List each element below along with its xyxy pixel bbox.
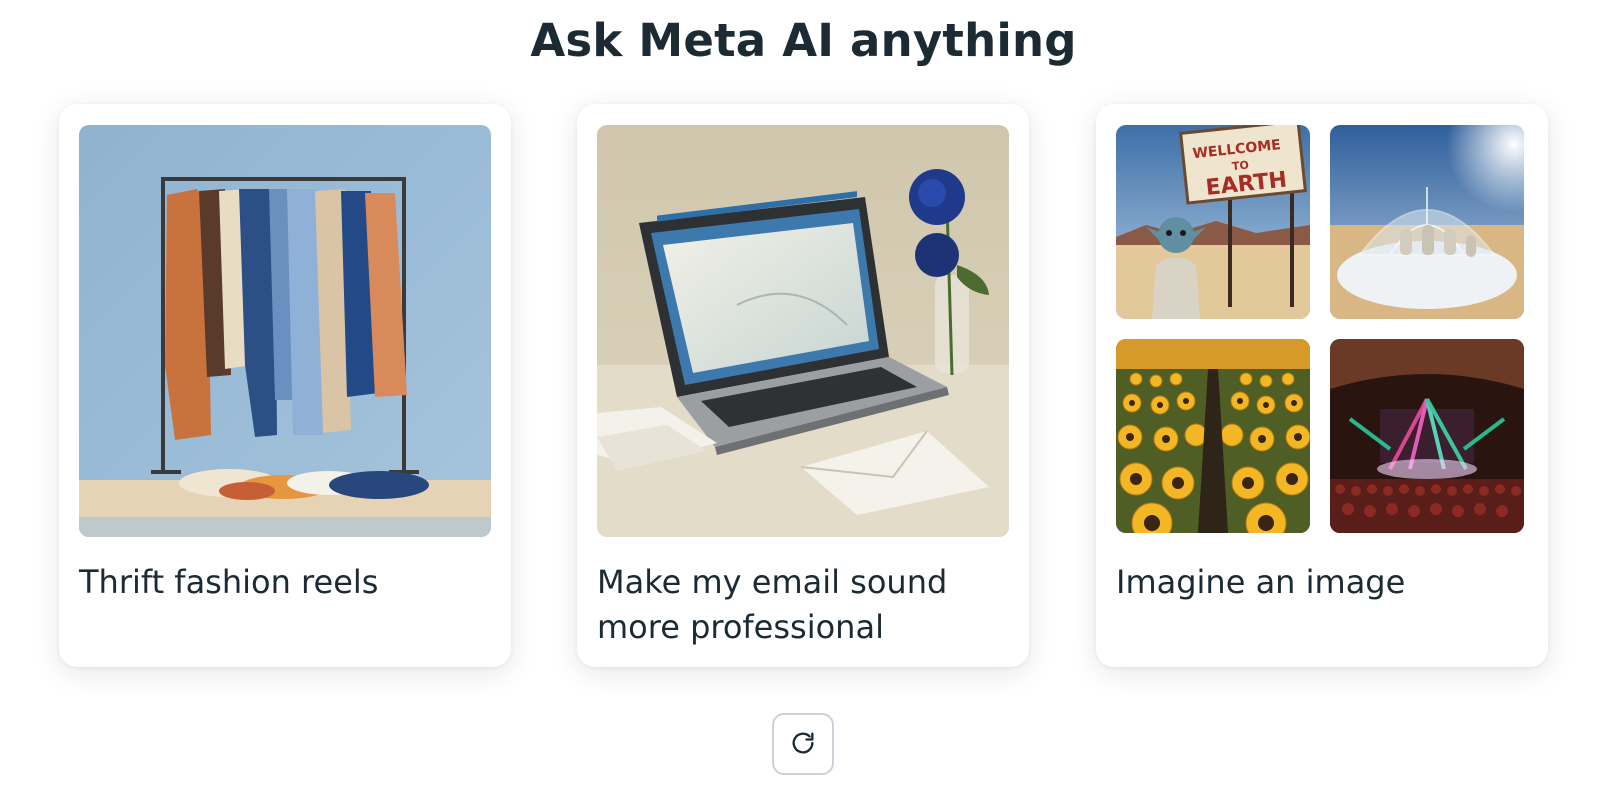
sunflower-field-image	[1116, 339, 1310, 533]
suggestion-card-imagine-image[interactable]: WELLCOME TO EARTH Imagine an image	[1096, 104, 1548, 667]
page-title: Ask Meta AI anything	[530, 14, 1077, 67]
card-label: Make my email sound more professional	[597, 563, 948, 646]
desert-dome-image	[1330, 125, 1524, 319]
laptop-email-image	[597, 125, 1009, 537]
page: Ask Meta AI anything Thrift fashion reel…	[0, 0, 1607, 798]
refresh-button[interactable]	[772, 713, 834, 775]
refresh-icon	[789, 729, 817, 760]
suggestion-card-professional-email[interactable]: Make my email sound more professional	[577, 104, 1029, 667]
suggestion-card-thrift-fashion[interactable]: Thrift fashion reels	[59, 104, 511, 667]
card-label: Thrift fashion reels	[79, 563, 379, 601]
card-label: Imagine an image	[1116, 563, 1406, 601]
alien-welcome-sign-image: WELLCOME TO EARTH	[1116, 125, 1310, 319]
clothing-rack-image	[79, 125, 491, 537]
concert-stage-image	[1330, 339, 1524, 533]
